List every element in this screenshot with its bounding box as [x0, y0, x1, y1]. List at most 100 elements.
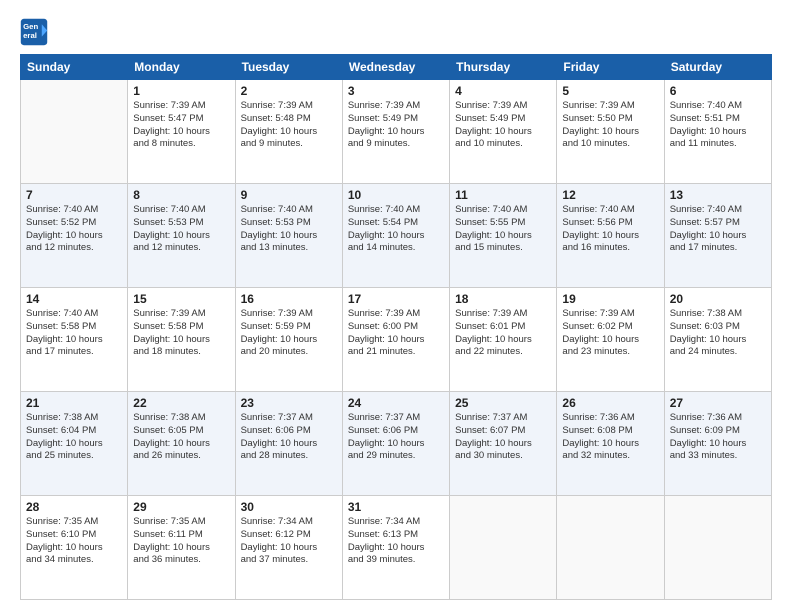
cell-date-number: 4 [455, 84, 551, 98]
calendar-week-3: 14Sunrise: 7:40 AMSunset: 5:58 PMDayligh… [21, 288, 772, 392]
calendar-cell: 31 Sunrise: 7:34 AMSunset: 6:13 PMDayligh… [342, 496, 449, 600]
svg-text:Gen: Gen [23, 22, 38, 31]
calendar-cell: 5Sunrise: 7:39 AMSunset: 5:50 PMDaylight… [557, 80, 664, 184]
cell-info-text: Sunrise: 7:40 AMSunset: 5:51 PMDaylight:… [670, 100, 766, 151]
cell-info-text: Sunrise: 7:40 AMSunset: 5:56 PMDaylight:… [562, 204, 658, 255]
calendar-cell: 14Sunrise: 7:40 AMSunset: 5:58 PMDayligh… [21, 288, 128, 392]
cell-date-number: 2 [241, 84, 337, 98]
calendar-cell: 11 Sunrise: 7:40 AMSunset: 5:55 PMDayligh… [450, 184, 557, 288]
cell-info-text: Sunrise: 7:40 AMSunset: 5:57 PMDaylight:… [670, 204, 766, 255]
calendar-cell: 30 Sunrise: 7:34 AMSunset: 6:12 PMDayligh… [235, 496, 342, 600]
weekday-header-saturday: Saturday [664, 55, 771, 80]
cell-date-number: 6 [670, 84, 766, 98]
weekday-header-wednesday: Wednesday [342, 55, 449, 80]
cell-info-text: Sunrise: 7:40 AMSunset: 5:53 PMDaylight:… [241, 204, 337, 255]
cell-info-text: Sunrise: 7:39 AMSunset: 5:50 PMDaylight:… [562, 100, 658, 151]
cell-info-text: Sunrise: 7:39 AMSunset: 5:48 PMDaylight:… [241, 100, 337, 151]
cell-info-text: Sunrise: 7:37 AMSunset: 6:06 PMDaylight:… [348, 412, 444, 463]
calendar-week-2: 7 Sunrise: 7:40 AMSunset: 5:52 PMDaylight… [21, 184, 772, 288]
cell-info-text: Sunrise: 7:35 AMSunset: 6:11 PMDaylight:… [133, 516, 229, 567]
calendar-cell: 13 Sunrise: 7:40 AMSunset: 5:57 PMDayligh… [664, 184, 771, 288]
cell-date-number: 27 [670, 396, 766, 410]
cell-date-number: 22 [133, 396, 229, 410]
calendar-cell: 23 Sunrise: 7:37 AMSunset: 6:06 PMDayligh… [235, 392, 342, 496]
calendar-cell: 29 Sunrise: 7:35 AMSunset: 6:11 PMDayligh… [128, 496, 235, 600]
cell-info-text: Sunrise: 7:40 AMSunset: 5:55 PMDaylight:… [455, 204, 551, 255]
cell-info-text: Sunrise: 7:39 AMSunset: 6:00 PMDaylight:… [348, 308, 444, 359]
cell-info-text: Sunrise: 7:39 AMSunset: 5:58 PMDaylight:… [133, 308, 229, 359]
cell-info-text: Sunrise: 7:35 AMSunset: 6:10 PMDaylight:… [26, 516, 122, 567]
cell-info-text: Sunrise: 7:36 AMSunset: 6:09 PMDaylight:… [670, 412, 766, 463]
cell-date-number: 25 [455, 396, 551, 410]
weekday-header-sunday: Sunday [21, 55, 128, 80]
cell-date-number: 8 [133, 188, 229, 202]
calendar-cell: 15 Sunrise: 7:39 AMSunset: 5:58 PMDayligh… [128, 288, 235, 392]
cell-info-text: Sunrise: 7:39 AMSunset: 5:47 PMDaylight:… [133, 100, 229, 151]
calendar-cell: 17 Sunrise: 7:39 AMSunset: 6:00 PMDayligh… [342, 288, 449, 392]
cell-date-number: 20 [670, 292, 766, 306]
cell-date-number: 29 [133, 500, 229, 514]
calendar-cell: 19Sunrise: 7:39 AMSunset: 6:02 PMDayligh… [557, 288, 664, 392]
calendar-cell: 25 Sunrise: 7:37 AMSunset: 6:07 PMDayligh… [450, 392, 557, 496]
calendar-cell: 21Sunrise: 7:38 AMSunset: 6:04 PMDayligh… [21, 392, 128, 496]
calendar-cell: 26 Sunrise: 7:36 AMSunset: 6:08 PMDayligh… [557, 392, 664, 496]
cell-date-number: 13 [670, 188, 766, 202]
page: Gen eral SundayMondayTuesdayWednesdayThu… [0, 0, 792, 612]
calendar-cell: 3 Sunrise: 7:39 AMSunset: 5:49 PMDaylight… [342, 80, 449, 184]
cell-date-number: 30 [241, 500, 337, 514]
cell-info-text: Sunrise: 7:38 AMSunset: 6:05 PMDaylight:… [133, 412, 229, 463]
cell-date-number: 3 [348, 84, 444, 98]
calendar-cell: 6 Sunrise: 7:40 AMSunset: 5:51 PMDaylight… [664, 80, 771, 184]
cell-info-text: Sunrise: 7:34 AMSunset: 6:12 PMDaylight:… [241, 516, 337, 567]
cell-date-number: 10 [348, 188, 444, 202]
cell-date-number: 17 [348, 292, 444, 306]
cell-date-number: 23 [241, 396, 337, 410]
calendar-week-1: 1 Sunrise: 7:39 AMSunset: 5:47 PMDaylight… [21, 80, 772, 184]
weekday-header-monday: Monday [128, 55, 235, 80]
calendar-cell [557, 496, 664, 600]
cell-date-number: 14 [26, 292, 122, 306]
cell-date-number: 26 [562, 396, 658, 410]
weekday-header-thursday: Thursday [450, 55, 557, 80]
cell-date-number: 24 [348, 396, 444, 410]
cell-info-text: Sunrise: 7:36 AMSunset: 6:08 PMDaylight:… [562, 412, 658, 463]
cell-info-text: Sunrise: 7:40 AMSunset: 5:54 PMDaylight:… [348, 204, 444, 255]
calendar-cell [664, 496, 771, 600]
calendar-cell: 2 Sunrise: 7:39 AMSunset: 5:48 PMDaylight… [235, 80, 342, 184]
calendar-cell: 12Sunrise: 7:40 AMSunset: 5:56 PMDayligh… [557, 184, 664, 288]
calendar-cell: 9 Sunrise: 7:40 AMSunset: 5:53 PMDaylight… [235, 184, 342, 288]
cell-date-number: 28 [26, 500, 122, 514]
weekday-header-row: SundayMondayTuesdayWednesdayThursdayFrid… [21, 55, 772, 80]
cell-info-text: Sunrise: 7:38 AMSunset: 6:03 PMDaylight:… [670, 308, 766, 359]
cell-info-text: Sunrise: 7:40 AMSunset: 5:53 PMDaylight:… [133, 204, 229, 255]
cell-info-text: Sunrise: 7:39 AMSunset: 5:49 PMDaylight:… [455, 100, 551, 151]
cell-info-text: Sunrise: 7:40 AMSunset: 5:52 PMDaylight:… [26, 204, 122, 255]
calendar-cell: 18Sunrise: 7:39 AMSunset: 6:01 PMDayligh… [450, 288, 557, 392]
weekday-header-tuesday: Tuesday [235, 55, 342, 80]
calendar-cell [450, 496, 557, 600]
svg-text:eral: eral [23, 31, 37, 40]
cell-date-number: 1 [133, 84, 229, 98]
calendar-table: SundayMondayTuesdayWednesdayThursdayFrid… [20, 54, 772, 600]
cell-info-text: Sunrise: 7:34 AMSunset: 6:13 PMDaylight:… [348, 516, 444, 567]
cell-date-number: 11 [455, 188, 551, 202]
cell-info-text: Sunrise: 7:38 AMSunset: 6:04 PMDaylight:… [26, 412, 122, 463]
calendar-cell: 8 Sunrise: 7:40 AMSunset: 5:53 PMDaylight… [128, 184, 235, 288]
cell-date-number: 9 [241, 188, 337, 202]
calendar-cell: 4 Sunrise: 7:39 AMSunset: 5:49 PMDaylight… [450, 80, 557, 184]
calendar-cell [21, 80, 128, 184]
cell-info-text: Sunrise: 7:37 AMSunset: 6:07 PMDaylight:… [455, 412, 551, 463]
cell-info-text: Sunrise: 7:39 AMSunset: 5:59 PMDaylight:… [241, 308, 337, 359]
cell-info-text: Sunrise: 7:39 AMSunset: 5:49 PMDaylight:… [348, 100, 444, 151]
calendar-cell: 20 Sunrise: 7:38 AMSunset: 6:03 PMDayligh… [664, 288, 771, 392]
cell-date-number: 7 [26, 188, 122, 202]
calendar-cell: 22 Sunrise: 7:38 AMSunset: 6:05 PMDayligh… [128, 392, 235, 496]
cell-info-text: Sunrise: 7:37 AMSunset: 6:06 PMDaylight:… [241, 412, 337, 463]
calendar-cell: 28 Sunrise: 7:35 AMSunset: 6:10 PMDayligh… [21, 496, 128, 600]
cell-date-number: 31 [348, 500, 444, 514]
calendar-cell: 27 Sunrise: 7:36 AMSunset: 6:09 PMDayligh… [664, 392, 771, 496]
calendar-cell: 7 Sunrise: 7:40 AMSunset: 5:52 PMDaylight… [21, 184, 128, 288]
cell-date-number: 15 [133, 292, 229, 306]
cell-date-number: 16 [241, 292, 337, 306]
calendar-cell: 24 Sunrise: 7:37 AMSunset: 6:06 PMDayligh… [342, 392, 449, 496]
